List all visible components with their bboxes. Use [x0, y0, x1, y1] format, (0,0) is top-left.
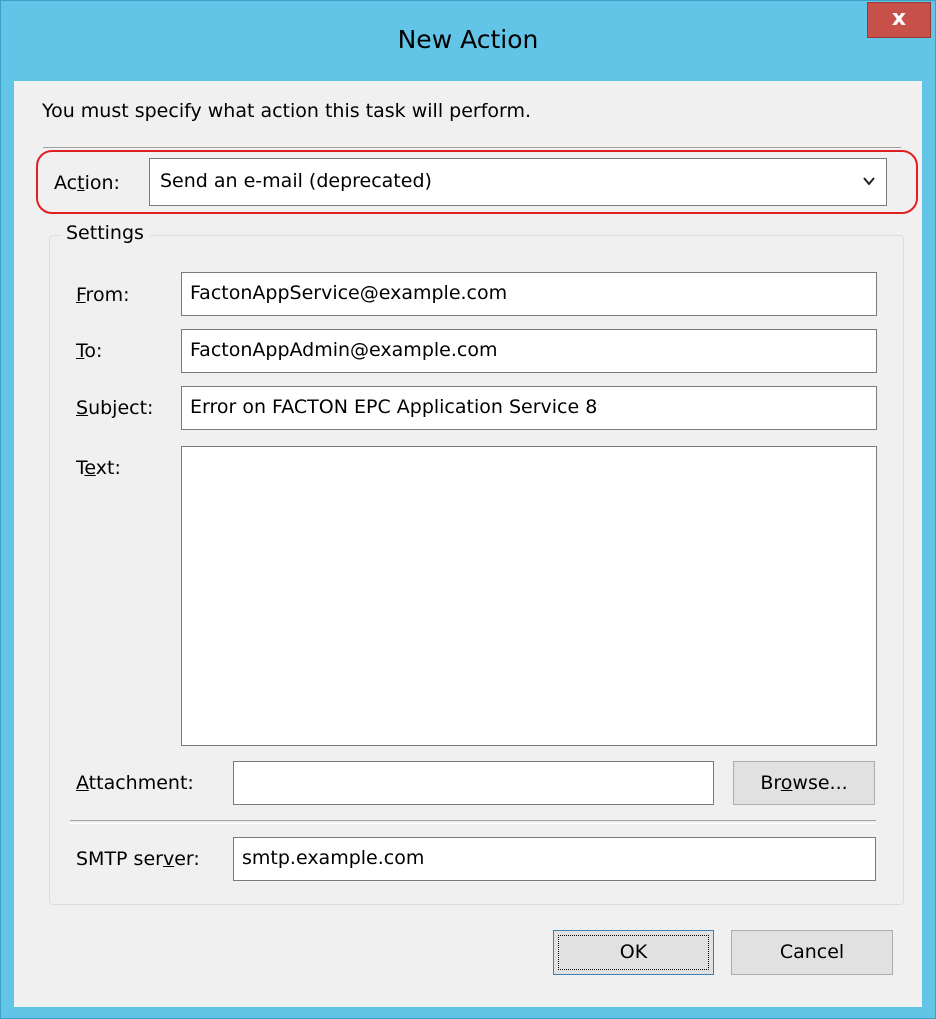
- action-label: Action:: [54, 172, 120, 194]
- subject-label: Subject:: [76, 397, 154, 419]
- action-select-value: Send an e-mail (deprecated): [160, 170, 432, 192]
- subject-field[interactable]: Error on FACTON EPC Application Service …: [181, 386, 877, 430]
- attachment-field[interactable]: [233, 761, 714, 805]
- cancel-button[interactable]: Cancel: [731, 930, 893, 975]
- smtp-label: SMTP server:: [76, 848, 200, 870]
- instruction-text: You must specify what action this task w…: [42, 100, 532, 122]
- focus-ring: [558, 935, 709, 970]
- separator: [70, 820, 876, 824]
- chevron-down-icon: [862, 159, 876, 221]
- ok-button[interactable]: OK: [553, 930, 714, 975]
- smtp-field[interactable]: smtp.example.com: [233, 837, 876, 881]
- text-label: Text:: [76, 457, 121, 479]
- action-select[interactable]: Send an e-mail (deprecated): [149, 158, 887, 206]
- from-field[interactable]: FactonAppService@example.com: [181, 272, 877, 316]
- title-bar[interactable]: New Action x: [1, 1, 935, 81]
- from-label: From:: [76, 284, 130, 306]
- browse-button[interactable]: Browse...: [733, 761, 875, 805]
- text-area[interactable]: [181, 446, 877, 746]
- to-label: To:: [76, 340, 103, 362]
- dialog-title: New Action: [397, 25, 539, 54]
- close-icon: x: [891, 6, 907, 31]
- settings-title: Settings: [60, 222, 150, 244]
- to-field[interactable]: FactonAppAdmin@example.com: [181, 329, 877, 373]
- close-button[interactable]: x: [867, 2, 931, 38]
- attachment-label: Attachment:: [76, 772, 194, 794]
